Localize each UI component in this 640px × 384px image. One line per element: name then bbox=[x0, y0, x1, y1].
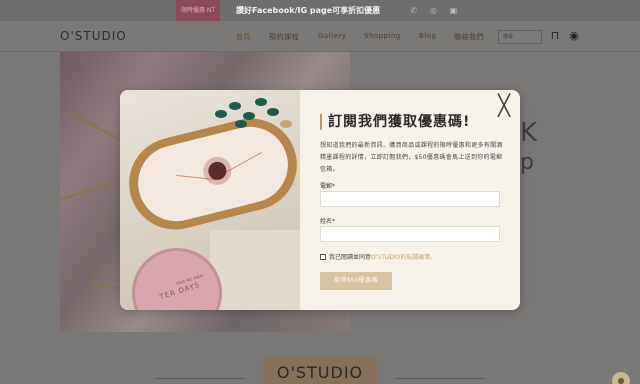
email-field[interactable] bbox=[320, 191, 500, 207]
nav-item-booking[interactable]: 預約課程 bbox=[269, 32, 299, 42]
email-label: 電郵* bbox=[320, 183, 336, 190]
nav-item-contact[interactable]: 聯絡我們 bbox=[454, 32, 484, 42]
account-icon[interactable]: ◉ bbox=[567, 29, 581, 43]
facebook-icon[interactable]: ▣ bbox=[448, 5, 459, 16]
site-logo[interactable]: O'STUDIO bbox=[60, 29, 127, 43]
main-nav: O'STUDIO 首頁 預約課程 Gallery Shopping Blog 聯… bbox=[0, 21, 640, 52]
nav-item-gallery[interactable]: Gallery bbox=[318, 32, 346, 40]
divider bbox=[395, 378, 485, 379]
linen-cloth bbox=[210, 230, 300, 310]
name-label: 姓名* bbox=[320, 218, 336, 225]
consent-checkbox[interactable] bbox=[320, 254, 326, 260]
candle-jar: TAKE ME AWAY TER DAYS bbox=[132, 248, 222, 310]
product-photo: TAKE ME AWAY TER DAYS bbox=[120, 90, 300, 310]
hero-heading-fragment: K bbox=[520, 118, 538, 148]
submit-button[interactable]: 取得$50優惠碼 bbox=[320, 272, 392, 290]
search-input[interactable]: 搜尋 bbox=[498, 30, 542, 44]
footer-logo: O'STUDIO bbox=[263, 358, 377, 384]
top-bar: 限時優惠 NT 讚好Facebook/IG page可享折扣優惠 ✆ ◎ ▣ bbox=[0, 0, 640, 21]
instagram-icon[interactable]: ◎ bbox=[428, 5, 439, 16]
name-field[interactable] bbox=[320, 226, 500, 242]
modal-form-panel: ╳ 訂閱我們獲取優惠碼! 想知道我們的最新資訊、購買商品或課程的限時優惠和更多有… bbox=[300, 90, 520, 310]
petal-line bbox=[222, 151, 262, 175]
modal-title: 訂閱我們獲取優惠碼! bbox=[320, 114, 470, 130]
cart-icon[interactable]: ⊓ bbox=[548, 29, 562, 43]
consent-text: 我已閱讀並同意 bbox=[329, 254, 372, 261]
privacy-policy-link[interactable]: O'STUDIO的私隱政策。 bbox=[371, 254, 436, 261]
promo-text: 讚好Facebook/IG page可享折扣優惠 bbox=[236, 6, 381, 15]
nav-item-blog[interactable]: Blog bbox=[419, 32, 436, 40]
consent-row: 我已閱讀並同意O'STUDIO的私隱政策。 bbox=[320, 252, 436, 261]
hero-heading-fragment: p bbox=[520, 150, 534, 175]
divider bbox=[155, 378, 245, 379]
subscribe-modal: TAKE ME AWAY TER DAYS ╳ 訂閱我們獲取優惠碼! 想知道我們… bbox=[120, 90, 520, 310]
promo-tag[interactable]: 限時優惠 NT bbox=[176, 0, 220, 21]
chat-icon[interactable]: ● bbox=[612, 372, 630, 384]
nav-item-home[interactable]: 首頁 bbox=[236, 32, 251, 42]
close-icon[interactable]: ╳ bbox=[496, 95, 512, 115]
dried-leaves bbox=[205, 90, 300, 142]
modal-description: 想知道我們的最新資訊、購買商品或課程的限時優惠和更多有關酒精墨課程的詳情，立即訂… bbox=[320, 142, 503, 173]
whatsapp-icon[interactable]: ✆ bbox=[408, 5, 419, 16]
nav-item-shopping[interactable]: Shopping bbox=[364, 32, 401, 40]
